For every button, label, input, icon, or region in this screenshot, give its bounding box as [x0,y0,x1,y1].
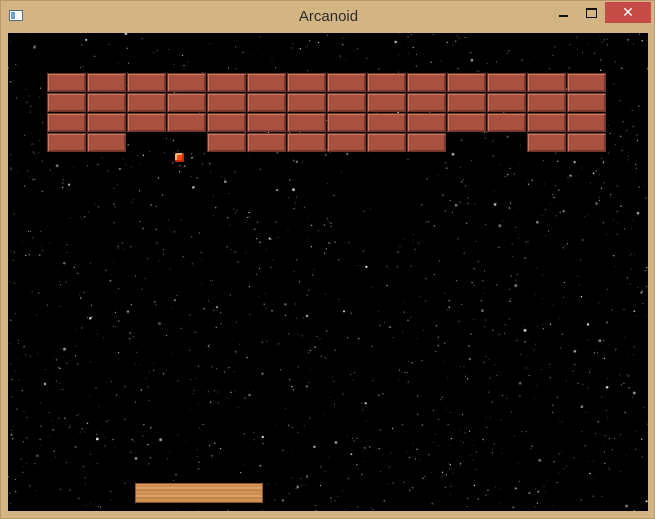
brick [167,93,206,112]
maximize-button[interactable] [578,2,605,23]
minimize-icon [559,14,568,17]
brick [207,113,246,132]
brick [47,93,86,112]
brick [527,113,566,132]
brick [247,93,286,112]
brick [287,113,326,132]
brick [327,73,366,92]
brick [327,93,366,112]
brick [247,133,286,152]
brick [407,73,446,92]
game-window: Arcanoid ✕ [0,0,655,519]
brick [287,133,326,152]
brick [87,93,126,112]
brick [127,93,166,112]
brick [247,73,286,92]
brick [127,113,166,132]
ball [175,153,184,162]
game-canvas[interactable] [8,33,648,511]
brick [247,113,286,132]
maximize-icon [586,7,597,18]
brick [447,93,486,112]
brick [287,73,326,92]
brick [47,133,86,152]
brick [47,113,86,132]
brick [407,93,446,112]
brick [567,133,606,152]
brick [207,93,246,112]
brick [287,93,326,112]
brick [87,113,126,132]
brick [327,133,366,152]
brick [367,73,406,92]
brick [87,133,126,152]
brick [367,133,406,152]
brick [567,93,606,112]
brick [447,113,486,132]
brick [367,93,406,112]
brick [567,113,606,132]
brick [527,73,566,92]
brick [527,93,566,112]
close-icon: ✕ [622,4,634,21]
brick [127,73,166,92]
brick [567,73,606,92]
close-button[interactable]: ✕ [605,2,651,23]
brick [487,93,526,112]
brick [447,73,486,92]
brick [167,113,206,132]
brick [407,113,446,132]
brick [207,133,246,152]
brick [47,73,86,92]
brick [87,73,126,92]
minimize-button[interactable] [550,2,577,23]
title-bar[interactable]: Arcanoid ✕ [1,1,655,33]
brick [407,133,446,152]
paddle[interactable] [135,483,263,503]
brick [207,73,246,92]
brick [527,133,566,152]
brick [367,113,406,132]
brick [487,113,526,132]
brick [487,73,526,92]
brick [327,113,366,132]
brick [167,73,206,92]
